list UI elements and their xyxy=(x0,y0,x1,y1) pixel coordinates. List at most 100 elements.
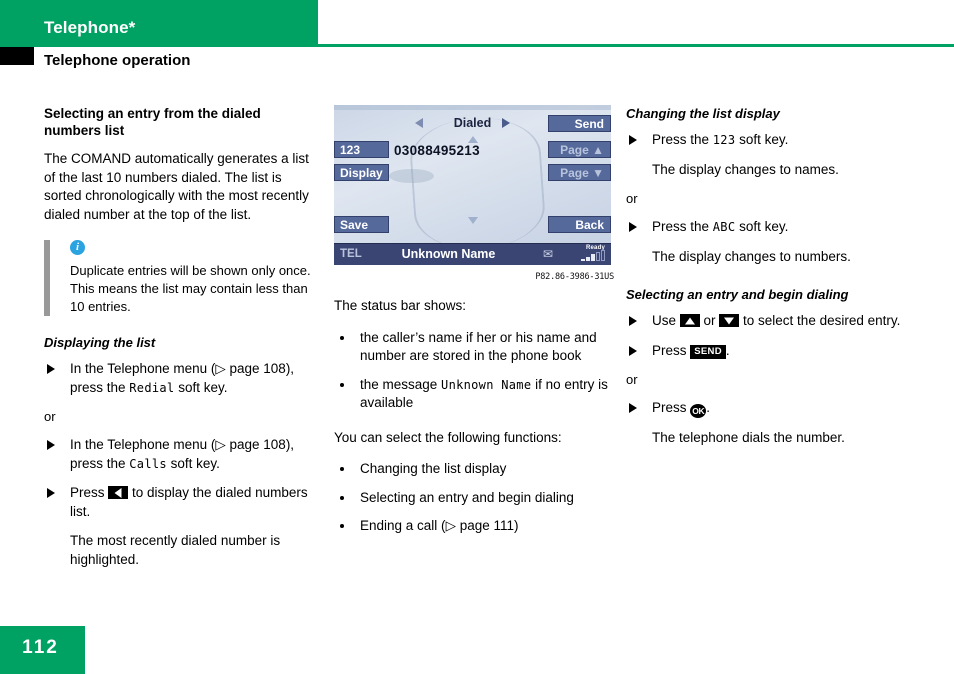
comand-display-screenshot: Dialed Send Page ▲ Page ▼ Back 123 Displ… xyxy=(334,105,611,265)
step-triangle-icon xyxy=(47,440,55,450)
page-reference[interactable]: ▷ page 111 xyxy=(446,518,514,533)
functions-intro: You can select the following functions: xyxy=(334,429,562,445)
result-display-changes-numbers: The display changes to numbers. xyxy=(652,248,851,264)
step-text-pre: In the Telephone menu ( xyxy=(70,361,216,376)
softkey-page-up[interactable]: Page ▲ xyxy=(548,141,611,158)
step-calls-soft-key: In the Telephone menu (▷ page 108), pres… xyxy=(44,436,316,473)
soft-key-abc[interactable]: ABC xyxy=(713,220,736,234)
step-triangle-icon xyxy=(629,316,637,326)
down-arrow-key-icon[interactable] xyxy=(719,314,740,327)
status-bar-intro: The status bar shows: xyxy=(334,298,467,313)
ok-key-icon[interactable]: OK xyxy=(690,404,707,418)
page-reference[interactable]: ▷ page 108 xyxy=(215,437,285,452)
middle-column-text: The status bar shows: the caller’s name … xyxy=(334,297,614,546)
result-display-changes-names: The display changes to names. xyxy=(652,161,839,177)
step-text-mid: or xyxy=(699,313,720,328)
middle-column: Dialed Send Page ▲ Page ▼ Back 123 Displ… xyxy=(334,105,614,533)
bullet-text-post: ) xyxy=(514,518,519,533)
step-triangle-icon xyxy=(629,345,637,356)
step-press-ok-key: Press OK. xyxy=(626,399,916,418)
up-arrow-key-icon[interactable] xyxy=(679,314,700,327)
left-intro-paragraph: The COMAND automatically generates a lis… xyxy=(44,151,309,222)
note-accent-bar xyxy=(44,240,50,316)
softkey-display[interactable]: Display xyxy=(334,164,389,181)
step-triangle-icon xyxy=(47,488,55,498)
page-number-box: 112 xyxy=(0,626,85,674)
figure-caption: P82.86-3986-31US xyxy=(535,272,614,282)
send-key-icon[interactable]: SEND xyxy=(690,344,726,359)
status-caller-name: Unknown Name xyxy=(401,247,496,261)
bullet-text: Selecting an entry and begin dialing xyxy=(360,489,574,505)
display-status-bar: TEL Unknown Name ✉ Ready xyxy=(334,243,611,265)
bullet-caller-name: the caller’s name if her or his name and… xyxy=(334,329,614,366)
section-marker-tab xyxy=(0,47,34,65)
left-subheading-displaying-list: Displaying the list xyxy=(44,335,156,350)
step-text-post: soft key. xyxy=(735,132,789,147)
next-arrow-icon[interactable] xyxy=(502,118,510,128)
step-text-post: soft key. xyxy=(166,455,220,471)
soft-key-calls[interactable]: Calls xyxy=(129,457,167,471)
dialed-number-entry[interactable]: 03088495213 xyxy=(394,143,480,158)
bullet-dot-icon xyxy=(340,524,344,528)
message-unknown-name: Unknown Name xyxy=(441,377,532,392)
bullet-dot-icon xyxy=(340,495,344,500)
softkey-back[interactable]: Back xyxy=(548,216,611,233)
step-text-pre: Press the xyxy=(652,219,713,234)
step-press-send-key: Press SEND. xyxy=(626,342,916,361)
header-divider-rule xyxy=(0,44,954,47)
bullet-dot-icon xyxy=(340,467,344,471)
step-result-highlighted: The most recently dialed number is highl… xyxy=(70,533,281,567)
or-separator-3: or xyxy=(626,372,638,387)
soft-key-redial[interactable]: Redial xyxy=(129,381,174,395)
envelope-icon: ✉ xyxy=(542,247,553,261)
signal-strength-icon xyxy=(581,250,605,261)
bullet-text-pre: the message xyxy=(360,376,442,392)
step-text-post: to select the desired entry. xyxy=(739,313,901,328)
step-text-post: soft key. xyxy=(735,219,789,234)
softkey-page-down[interactable]: Page ▼ xyxy=(548,164,611,181)
right-column: Changing the list display Press the 123 … xyxy=(626,105,916,459)
note-box: i Duplicate entries will be shown only o… xyxy=(44,240,316,316)
section-title: Telephone operation xyxy=(44,52,191,69)
bullet-ending-a-call: Ending a call (▷ page 111) xyxy=(334,517,614,536)
step-text-post: soft key. xyxy=(174,379,228,395)
softkey-123[interactable]: 123 xyxy=(334,141,389,158)
display-top-edge xyxy=(334,105,611,110)
step-press-left-arrow: Press to display the dialed numbers list… xyxy=(44,484,316,521)
right-heading-changing-list-display: Changing the list display xyxy=(626,106,780,121)
bullet-selecting-entry-dialing: Selecting an entry and begin dialing xyxy=(334,489,614,508)
step-text-pre: Press the xyxy=(652,132,713,147)
step-press-abc-soft-key: Press the ABC soft key. xyxy=(626,218,916,237)
step-text-pre: Press xyxy=(652,400,691,415)
page-number: 112 xyxy=(22,637,59,658)
info-icon: i xyxy=(70,240,85,255)
page-reference[interactable]: ▷ page 108 xyxy=(215,361,285,376)
step-triangle-icon xyxy=(47,364,55,374)
step-text-pre: Press xyxy=(70,485,109,500)
softkey-save[interactable]: Save xyxy=(334,216,389,233)
scroll-up-icon[interactable] xyxy=(467,135,479,143)
note-text: Duplicate entries will be shown only onc… xyxy=(70,263,311,314)
step-text-pre: In the Telephone menu ( xyxy=(70,437,216,452)
right-heading-selecting-entry: Selecting an entry and begin dialing xyxy=(626,287,849,302)
bullet-dot-icon xyxy=(340,382,344,387)
or-separator-1: or xyxy=(44,409,56,424)
step-redial-soft-key: In the Telephone menu (▷ page 108), pres… xyxy=(44,360,316,397)
bullet-text: the caller’s name if her or his name and… xyxy=(360,329,597,364)
step-text-post: . xyxy=(725,342,730,358)
bullet-dot-icon xyxy=(340,335,344,340)
step-press-123-soft-key: Press the 123 soft key. xyxy=(626,131,916,150)
step-text-pre: Use xyxy=(652,313,680,328)
result-telephone-dials: The telephone dials the number. xyxy=(652,430,845,445)
step-text-pre: Press xyxy=(652,342,691,358)
step-triangle-icon xyxy=(629,403,637,413)
bullet-text: Changing the list display xyxy=(360,461,507,476)
step-use-arrow-keys: Use or to select the desired entry. xyxy=(626,312,916,331)
left-arrow-key-icon[interactable] xyxy=(108,486,129,499)
scroll-down-icon[interactable] xyxy=(467,217,479,225)
softkey-send[interactable]: Send xyxy=(548,115,611,132)
bullet-text-pre: Ending a call ( xyxy=(360,518,446,533)
soft-key-123[interactable]: 123 xyxy=(713,133,736,147)
step-triangle-icon xyxy=(629,135,637,145)
left-column: Selecting an entry from the dialed numbe… xyxy=(44,105,316,580)
